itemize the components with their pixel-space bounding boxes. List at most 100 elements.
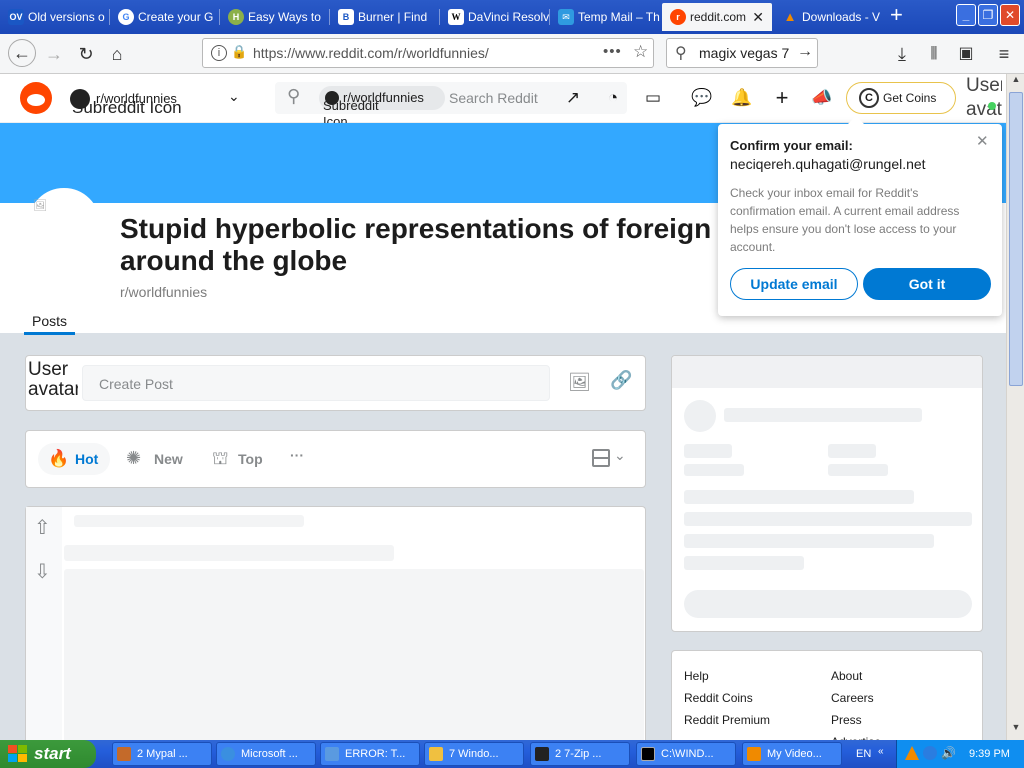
online-status-dot bbox=[988, 102, 996, 110]
top-chart-icon: ⛫ bbox=[212, 448, 229, 468]
scroll-down-arrow-icon[interactable]: ▼ bbox=[1009, 722, 1023, 738]
tab-reddit[interactable]: r reddit.com ✕ bbox=[662, 3, 772, 31]
reload-icon[interactable]: ↻ bbox=[74, 42, 98, 66]
task-mypal[interactable]: 2 Mypal ... bbox=[112, 742, 212, 766]
sort-new-label: New bbox=[154, 451, 183, 467]
skeleton-line bbox=[64, 545, 394, 561]
reddit-logo[interactable] bbox=[20, 82, 52, 114]
tab-easy-ways[interactable]: H Easy Ways to bbox=[220, 3, 330, 31]
footer-link-about[interactable]: About bbox=[831, 665, 881, 687]
system-tray: 🔊 9:39 PM bbox=[896, 740, 1024, 768]
sort-new-button[interactable]: ✺ New bbox=[124, 443, 190, 475]
subreddit-title: Stupid hyperbolic representations of for… bbox=[120, 213, 735, 276]
tab-davinci[interactable]: W DaVinci Resolv bbox=[440, 3, 550, 31]
link-icon[interactable]: 🔗 bbox=[610, 370, 632, 391]
tab-temp-mail[interactable]: ✉ Temp Mail – Th bbox=[550, 3, 660, 31]
back-arrow-icon[interactable]: ← bbox=[8, 39, 36, 67]
url-bar[interactable]: i 🔒 https://www.reddit.com/r/worldfunnie… bbox=[202, 38, 654, 68]
task-label: ERROR: T... bbox=[345, 748, 406, 760]
popular-icon[interactable]: ↗ bbox=[561, 86, 585, 110]
sort-top-button[interactable]: ⛫ Top bbox=[210, 443, 270, 475]
page-scrollbar[interactable]: ▲ ▼ bbox=[1006, 74, 1024, 740]
skeleton-line bbox=[724, 408, 922, 422]
confirm-email-popup: ✕ Confirm your email: neciqereh.quhagati… bbox=[718, 116, 1002, 316]
task-7zip[interactable]: 2 7-Zip ... bbox=[530, 742, 630, 766]
get-coins-button[interactable]: C Get Coins bbox=[846, 82, 956, 114]
browser-search-bar[interactable]: ⚲ magix vegas 7 → bbox=[666, 38, 818, 68]
tab-create-google[interactable]: G Create your G bbox=[110, 3, 220, 31]
network-icon[interactable] bbox=[923, 746, 937, 760]
video-icon[interactable]: ▭ bbox=[641, 86, 665, 110]
create-post-plus-icon[interactable]: + bbox=[770, 86, 794, 110]
notifications-bell-icon[interactable]: 🔔 bbox=[730, 86, 754, 110]
community-switcher[interactable]: r/worldfunnies Subreddit Icon ⌄ bbox=[70, 86, 250, 117]
task-cmd[interactable]: C:\WIND... bbox=[636, 742, 736, 766]
sort-hot-button[interactable]: 🔥 Hot bbox=[38, 443, 110, 475]
start-button[interactable]: start bbox=[0, 740, 96, 768]
upvote-arrow-icon[interactable]: ⇧ bbox=[34, 515, 51, 540]
sidebar-icon[interactable]: ▣ bbox=[954, 42, 978, 66]
post-placeholder-card: ⇧ ⇩ bbox=[25, 506, 646, 747]
forward-arrow-icon[interactable]: → bbox=[42, 42, 66, 66]
info-icon[interactable]: i bbox=[211, 45, 227, 61]
stats-icon[interactable]: ◔ bbox=[601, 86, 625, 110]
tab-label: Easy Ways to bbox=[248, 10, 321, 24]
menu-icon[interactable]: ≡ bbox=[992, 42, 1016, 66]
task-windows-explorer[interactable]: 7 Windo... bbox=[424, 742, 524, 766]
tempmail-icon: ✉ bbox=[558, 9, 574, 25]
scroll-thumb[interactable] bbox=[1009, 92, 1023, 386]
advertise-megaphone-icon[interactable]: 📣 bbox=[810, 86, 834, 110]
page-actions-icon[interactable]: ••• bbox=[603, 43, 622, 60]
vlc-tray-icon[interactable] bbox=[905, 746, 919, 760]
skeleton-line bbox=[684, 444, 732, 458]
footer-link-careers[interactable]: Careers bbox=[831, 687, 881, 709]
user-avatar[interactable]: User avatar bbox=[966, 74, 1002, 118]
close-window-button[interactable]: ✕ bbox=[1000, 4, 1020, 26]
chat-icon[interactable]: 💬 bbox=[690, 86, 714, 110]
skeleton-line bbox=[684, 464, 744, 476]
downvote-arrow-icon[interactable]: ⇩ bbox=[34, 559, 51, 584]
user-avatar[interactable]: User avatar bbox=[28, 360, 78, 404]
task-label: My Video... bbox=[767, 748, 822, 760]
task-my-video[interactable]: My Video... bbox=[742, 742, 842, 766]
task-error[interactable]: ERROR: T... bbox=[320, 742, 420, 766]
volume-icon[interactable]: 🔊 bbox=[941, 746, 956, 760]
new-tab-button[interactable]: + bbox=[890, 4, 910, 28]
sparkle-icon: ✺ bbox=[126, 448, 142, 468]
library-icon[interactable]: ⫼ bbox=[922, 42, 946, 66]
sidebar-about-placeholder bbox=[671, 355, 983, 632]
windows-taskbar: start 2 Mypal ... Microsoft ... ERROR: T… bbox=[0, 740, 1024, 768]
close-icon[interactable]: ✕ bbox=[976, 132, 989, 150]
footer-link-press[interactable]: Press bbox=[831, 709, 881, 731]
reddit-icon: r bbox=[670, 9, 686, 25]
task-microsoft[interactable]: Microsoft ... bbox=[216, 742, 316, 766]
tab-downloads[interactable]: ▲ Downloads - V bbox=[774, 3, 884, 31]
lock-icon[interactable]: 🔒 bbox=[231, 44, 247, 60]
tab-old-versions[interactable]: OV Old versions o bbox=[0, 3, 110, 31]
got-it-button[interactable]: Got it bbox=[863, 268, 991, 300]
more-options-icon[interactable]: ··· bbox=[290, 447, 304, 463]
language-indicator[interactable]: EN bbox=[856, 740, 871, 768]
search-go-icon[interactable]: → bbox=[797, 43, 813, 61]
community-chip[interactable]: r/worldfunnies Subreddit Icon bbox=[319, 86, 445, 129]
maximize-button[interactable]: ❐ bbox=[978, 4, 998, 26]
view-layout-toggle[interactable]: ⌄ bbox=[590, 447, 630, 473]
footer-link-reddit-premium[interactable]: Reddit Premium bbox=[684, 709, 770, 731]
minimize-button[interactable]: _ bbox=[956, 4, 976, 26]
vlc-icon: ▲ bbox=[783, 9, 797, 24]
tab-burner[interactable]: B Burner | Find bbox=[330, 3, 440, 31]
chevron-left-icon[interactable]: « bbox=[878, 746, 884, 757]
image-upload-icon[interactable]: 🖼 bbox=[568, 372, 591, 393]
home-icon[interactable]: ⌂ bbox=[105, 42, 129, 66]
bookmark-star-icon[interactable]: ☆ bbox=[633, 42, 648, 62]
create-post-input[interactable]: Create Post bbox=[82, 365, 550, 401]
downloads-icon[interactable]: ⤓ bbox=[890, 42, 914, 66]
scroll-up-arrow-icon[interactable]: ▲ bbox=[1009, 74, 1023, 90]
tab-posts[interactable]: Posts bbox=[24, 313, 76, 335]
footer-link-reddit-coins[interactable]: Reddit Coins bbox=[684, 687, 770, 709]
create-post-placeholder: Create Post bbox=[99, 376, 173, 392]
popup-title: Confirm your email: bbox=[730, 138, 853, 153]
update-email-button[interactable]: Update email bbox=[730, 268, 858, 300]
footer-link-help[interactable]: Help bbox=[684, 665, 770, 687]
close-tab-icon[interactable]: ✕ bbox=[752, 3, 764, 31]
